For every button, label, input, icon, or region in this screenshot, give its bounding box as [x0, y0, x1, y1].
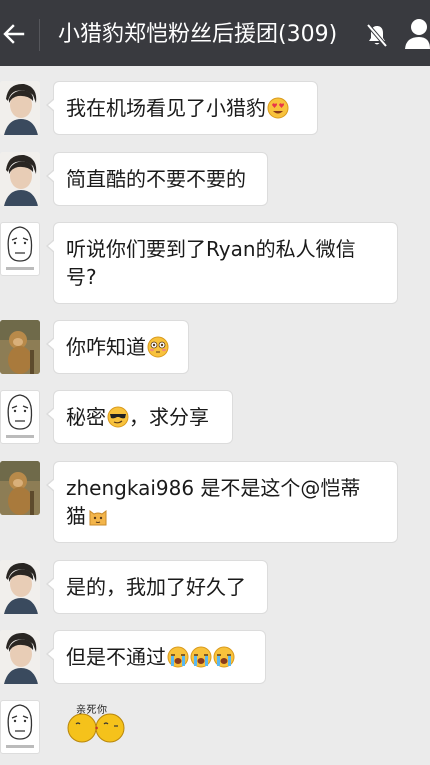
- message-bubble[interactable]: 我在机场看见了小猎豹: [46, 81, 318, 135]
- sunglasses-emoji: [107, 406, 129, 428]
- avatar[interactable]: [0, 630, 40, 684]
- message-bubble[interactable]: 简直酷的不要不要的: [46, 152, 268, 206]
- message-bubble[interactable]: 你咋知道: [46, 320, 189, 374]
- avatar[interactable]: [0, 560, 40, 614]
- message-text: 你咋知道: [66, 335, 146, 359]
- message-bubble[interactable]: 听说你们要到了Ryan的私人微信 号?: [46, 222, 398, 304]
- message-text: 简直酷的不要不要的: [66, 167, 246, 191]
- message-text: 但是不通过: [66, 645, 166, 669]
- message-bubble[interactable]: zhengkai986 是不是这个@恺蒂 猫: [46, 461, 398, 543]
- avatar[interactable]: [0, 390, 40, 444]
- message-bubble[interactable]: 秘密 ，求分享: [46, 390, 233, 444]
- header-divider: [39, 19, 40, 51]
- avatar[interactable]: [0, 222, 40, 276]
- message-text-line: 猫: [66, 504, 86, 528]
- message-text-line: 听说你们要到了Ryan的私人微信: [66, 237, 356, 261]
- heart-eyes-emoji: [267, 97, 289, 119]
- message-bubble[interactable]: 是的，我加了好久了: [46, 560, 268, 614]
- message-text: 秘密: [66, 405, 106, 429]
- crying-emoji: [167, 646, 189, 668]
- avatar[interactable]: [0, 320, 40, 374]
- avatar[interactable]: [0, 700, 40, 754]
- avatar[interactable]: [0, 152, 40, 206]
- chat-title: 小猎豹郑恺粉丝后援团(309): [58, 22, 338, 47]
- message-bubble[interactable]: 但是不通过: [46, 630, 266, 684]
- crying-emoji: [190, 646, 212, 668]
- flushed-emoji: [147, 336, 169, 358]
- arrow-left-icon: [3, 24, 25, 44]
- message-text-line: zhengkai986 是不是这个@恺蒂: [66, 476, 361, 500]
- person-icon[interactable]: [404, 17, 430, 51]
- message-text: ，求分享: [129, 405, 209, 429]
- crying-emoji: [213, 646, 235, 668]
- kiss-sticker[interactable]: [62, 700, 134, 748]
- back-button[interactable]: [0, 14, 28, 54]
- message-text: 我在机场看见了小猎豹: [66, 96, 266, 120]
- message-text-line: 号?: [66, 265, 97, 289]
- bell-muted-icon: [366, 23, 388, 48]
- avatar[interactable]: [0, 461, 40, 515]
- cat-emoji: [89, 510, 107, 526]
- message-text: 是的，我加了好久了: [66, 575, 246, 599]
- avatar[interactable]: [0, 81, 40, 135]
- chat-header: 小猎豹郑恺粉丝后援团(309): [0, 0, 430, 66]
